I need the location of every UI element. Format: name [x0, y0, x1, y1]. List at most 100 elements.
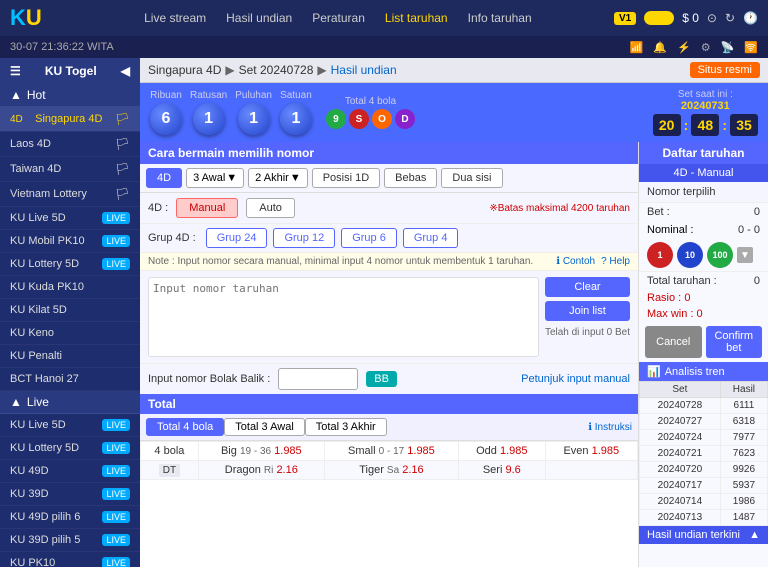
- number-input[interactable]: [148, 277, 539, 357]
- mode-label: 4D :: [148, 202, 168, 214]
- toggle-switch[interactable]: [644, 11, 674, 25]
- sidebar-item-live-ku39dpilih5[interactable]: KU 39D pilih 5 LIVE: [0, 529, 140, 552]
- join-list-button[interactable]: Join list: [545, 301, 630, 321]
- logo-k: K: [10, 5, 26, 30]
- sidebar-item-laos4d[interactable]: Laos 4D 🏳: [0, 132, 140, 157]
- nav-hasil-undian[interactable]: Hasil undian: [226, 11, 292, 25]
- dragon-price: 2.16: [276, 464, 297, 476]
- official-site-button[interactable]: Situs resmi: [690, 62, 760, 78]
- small-range: 0 - 17: [379, 446, 405, 457]
- grup-24-button[interactable]: Grup 24: [206, 228, 268, 248]
- analisis-set: 20240724: [640, 430, 721, 446]
- dt-label-cell: DT: [141, 461, 199, 480]
- nav-peraturan[interactable]: Peraturan: [312, 11, 365, 25]
- empty-cell: [545, 461, 637, 480]
- sidebar-item-live-ku49dpilih6[interactable]: KU 49D pilih 6 LIVE: [0, 506, 140, 529]
- mode-manual-button[interactable]: Manual: [176, 198, 238, 218]
- live-badge: LIVE: [102, 534, 130, 546]
- sidebar-item-kukudapk10[interactable]: KU Kuda PK10: [0, 276, 140, 299]
- analisis-hasil: 7977: [720, 430, 767, 446]
- breadcrumb-set: Set 20240728: [239, 63, 314, 77]
- chip-1[interactable]: 1: [647, 242, 673, 268]
- contoh-link[interactable]: ℹ Contoh: [556, 256, 595, 267]
- cancel-button[interactable]: Cancel: [645, 326, 702, 358]
- live-section-label: Live: [27, 395, 49, 409]
- tab-posisi1d[interactable]: Posisi 1D: [312, 168, 380, 188]
- tab-2akhir[interactable]: 2 Akhir▼: [248, 168, 308, 188]
- sidebar-item-vietnam[interactable]: Vietnam Lottery 🏳: [0, 182, 140, 207]
- chip-dropdown[interactable]: ▼: [737, 247, 753, 263]
- chevron-up-icon[interactable]: ▲: [10, 88, 22, 102]
- sidebar-item-label: KU Mobil PK10: [10, 235, 85, 247]
- clear-button[interactable]: Clear: [545, 277, 630, 297]
- cara-bermain-header: Cara bermain memilih nomor: [140, 142, 638, 164]
- 4bola-label: 4 bola: [141, 442, 199, 461]
- sidebar-item-label: KU Keno: [10, 327, 54, 339]
- hamburger-icon[interactable]: ☰: [10, 64, 21, 78]
- flag-icon: 🏳: [115, 187, 130, 201]
- bell-icon[interactable]: 🔔: [653, 41, 667, 54]
- nav-live-stream[interactable]: Live stream: [144, 11, 206, 25]
- sidebar-item-singapura4d[interactable]: 4D Singapura 4D 🏳: [0, 107, 140, 132]
- sidebar-item-kukeno[interactable]: KU Keno: [0, 322, 140, 345]
- breadcrumb-singapura: Singapura 4D: [148, 63, 221, 77]
- chip-10[interactable]: 10: [677, 242, 703, 268]
- sidebar-item-label: KU PK10: [10, 557, 55, 567]
- analisis-row: 202407131487: [640, 510, 768, 526]
- max-note: ※Batas maksimal 4200 taruhan: [489, 203, 630, 214]
- mode-auto-button[interactable]: Auto: [246, 198, 295, 218]
- nav-bar: Live stream Hasil undian Peraturan List …: [62, 11, 614, 25]
- rasio-label: Rasio :: [647, 292, 681, 304]
- settings-icon[interactable]: ⚙: [701, 41, 711, 54]
- balik-input[interactable]: [278, 368, 358, 390]
- sidebar-item-kupenalti[interactable]: KU Penalti: [0, 345, 140, 368]
- sidebar-item-bcthanoi27[interactable]: BCT Hanoi 27: [0, 368, 140, 391]
- tab-duasisi[interactable]: Dua sisi: [441, 168, 502, 188]
- chevron-up-icon-live[interactable]: ▲: [10, 395, 22, 409]
- sidebar-item-live-kupk10[interactable]: KU PK10 LIVE: [0, 552, 140, 567]
- sidebar-item-live-ku49d[interactable]: KU 49D LIVE: [0, 460, 140, 483]
- total-ball-2: O: [372, 109, 392, 129]
- set-value: 20240731: [681, 100, 730, 112]
- nav-info-taruhan[interactable]: Info taruhan: [468, 11, 532, 25]
- sidebar-item-taiwan4d[interactable]: Taiwan 4D 🏳: [0, 157, 140, 182]
- tab-3awal[interactable]: 3 Awal▼: [186, 168, 244, 188]
- help-link[interactable]: ? Help: [601, 256, 630, 267]
- grup-6-button[interactable]: Grup 6: [341, 228, 397, 248]
- sidebar-item-kulottery5d[interactable]: KU Lottery 5D LIVE: [0, 253, 140, 276]
- timer-minutes: 48: [691, 114, 719, 136]
- manual-type-label: 4D - Manual: [639, 164, 768, 182]
- grup-12-button[interactable]: Grup 12: [273, 228, 335, 248]
- total-tab-3awal[interactable]: Total 3 Awal: [224, 418, 305, 436]
- grup-4-button[interactable]: Grup 4: [403, 228, 459, 248]
- sidebar-item-live-ku39d[interactable]: KU 39D LIVE: [0, 483, 140, 506]
- analisis-hasil: 9926: [720, 462, 767, 478]
- instruksi-link[interactable]: ℹ Instruksi: [588, 422, 632, 433]
- wifi2-icon: 🛜: [744, 41, 758, 54]
- breadcrumb-hasil[interactable]: Hasil undian: [331, 63, 397, 77]
- tab-bebas[interactable]: Bebas: [384, 168, 437, 188]
- live-badge: LIVE: [102, 212, 130, 224]
- breadcrumb-bar: Singapura 4D ▶ Set 20240728 ▶ Hasil undi…: [140, 58, 768, 83]
- sidebar-item-kukilat5d[interactable]: KU Kilat 5D: [0, 299, 140, 322]
- petunjuk-link[interactable]: Petunjuk input manual: [521, 373, 630, 385]
- sidebar-item-live-kulive5d[interactable]: KU Live 5D LIVE: [0, 414, 140, 437]
- input-area: Clear Join list Telah di input 0 Bet: [140, 271, 638, 363]
- even-label: Even: [563, 445, 588, 457]
- confirm-bet-button[interactable]: Confirm bet: [706, 326, 763, 358]
- total-tab-3akhir[interactable]: Total 3 Akhir: [305, 418, 387, 436]
- refresh-icon[interactable]: ↻: [725, 11, 735, 25]
- balik-row: Input nomor Bolak Balik : BB Petunjuk in…: [140, 363, 638, 394]
- sidebar-item-kulive5d[interactable]: KU Live 5D LIVE: [0, 207, 140, 230]
- sidebar-item-live-kulottery5d[interactable]: KU Lottery 5D LIVE: [0, 437, 140, 460]
- total-ball-0: 9: [326, 109, 346, 129]
- analisis-row: 202407276318: [640, 414, 768, 430]
- hasil-undian-footer[interactable]: Hasil undian terkini ▲: [639, 526, 768, 544]
- nav-list-taruhan[interactable]: List taruhan: [385, 11, 448, 25]
- tab-4d[interactable]: 4D: [146, 168, 182, 188]
- bb-button[interactable]: BB: [366, 371, 397, 387]
- sidebar-item-kumobilpk10[interactable]: KU Mobil PK10 LIVE: [0, 230, 140, 253]
- total-tab-4bola[interactable]: Total 4 bola: [146, 418, 224, 436]
- chip-100[interactable]: 100: [707, 242, 733, 268]
- sidebar-collapse-icon[interactable]: ◀: [121, 64, 130, 78]
